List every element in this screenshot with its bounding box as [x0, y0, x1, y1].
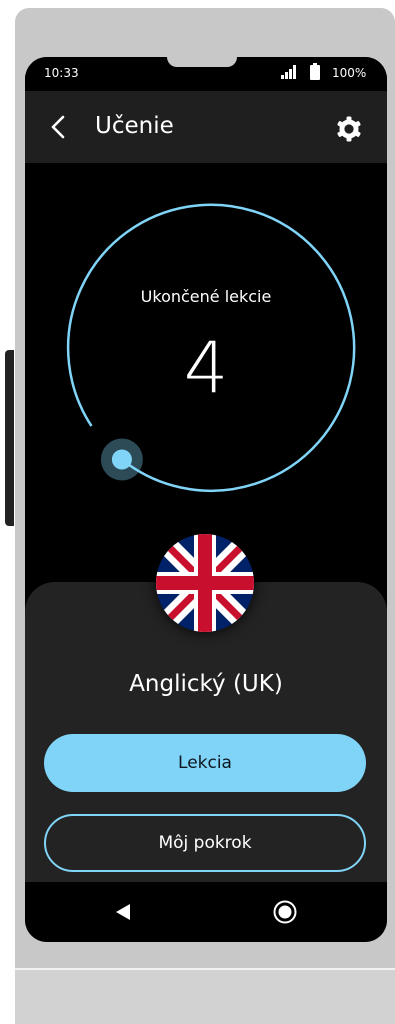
- gear-icon[interactable]: [336, 116, 362, 142]
- status-time: 10:33: [44, 66, 79, 80]
- uk-flag-icon: [156, 534, 254, 632]
- lesson-button[interactable]: Lekcia: [44, 734, 366, 792]
- app-bar: Učenie: [25, 91, 387, 163]
- system-nav-bar: [25, 883, 387, 942]
- signal-icon: [281, 65, 296, 79]
- phone-screen: 10:33 100% Učenie Ukončené lekcie 4 Angl…: [25, 57, 387, 942]
- triangle-back-icon[interactable]: [113, 902, 133, 922]
- device-bottom-strip: [15, 968, 395, 1024]
- battery-percentage: 100%: [332, 66, 367, 80]
- page-title: Učenie: [95, 113, 174, 139]
- ring-handle[interactable]: [111, 449, 132, 470]
- camera-notch: [167, 57, 237, 67]
- home-circle-icon[interactable]: [273, 900, 297, 924]
- completed-lessons-label: Ukončené lekcie: [140, 287, 272, 306]
- status-bar: 10:33 100%: [25, 57, 387, 91]
- completed-lessons-count: 4: [183, 327, 229, 409]
- battery-icon: [310, 63, 320, 80]
- chevron-left-icon[interactable]: [49, 115, 69, 139]
- device-side-button: [5, 350, 14, 526]
- language-name: Anglický (UK): [129, 671, 283, 697]
- my-progress-button[interactable]: Môj pokrok: [44, 814, 366, 872]
